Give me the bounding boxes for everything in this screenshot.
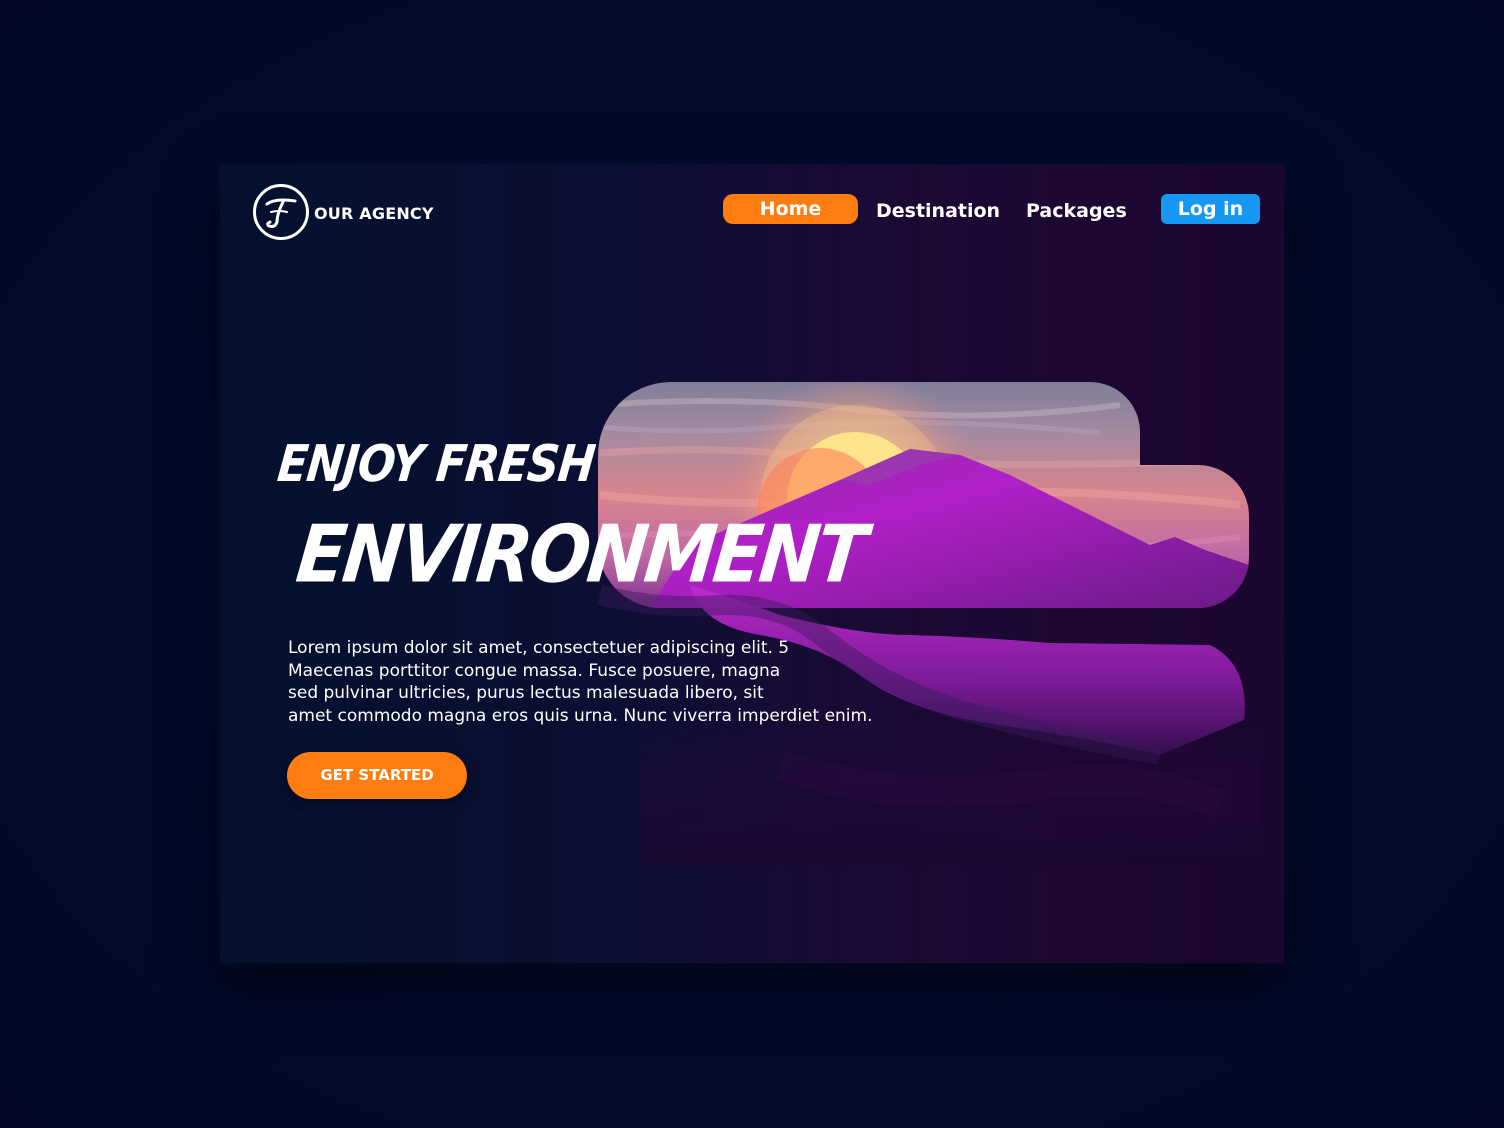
hero-description-line: Lorem ipsum dolor sit amet, consectetuer…: [288, 638, 790, 658]
login-button[interactable]: Log in: [1161, 194, 1260, 224]
hero-description-line: sed pulvinar ultricies, purus lectus mal…: [288, 683, 764, 703]
nav-item-destination[interactable]: Destination: [876, 196, 1000, 226]
hero-description-line: amet commodo magna eros quis urna. Nunc …: [288, 705, 873, 726]
landing-page-card: OUR AGENCY Home Destination Packages Log…: [220, 165, 1284, 963]
main-nav: Home Destination Packages Log in: [220, 194, 1284, 226]
nav-item-packages[interactable]: Packages: [1026, 196, 1127, 226]
hero-description-line: Maecenas porttitor congue massa. Fusce p…: [288, 660, 781, 681]
get-started-button[interactable]: GET STARTED: [287, 752, 467, 799]
hero-headline-line1: ENJOY FRESH: [274, 435, 598, 494]
nav-item-home[interactable]: Home: [723, 194, 858, 224]
hero-description: Lorem ipsum dolor sit amet, consectetuer…: [288, 637, 888, 727]
hero-headline-line2: ENVIRONMENT: [292, 508, 869, 601]
